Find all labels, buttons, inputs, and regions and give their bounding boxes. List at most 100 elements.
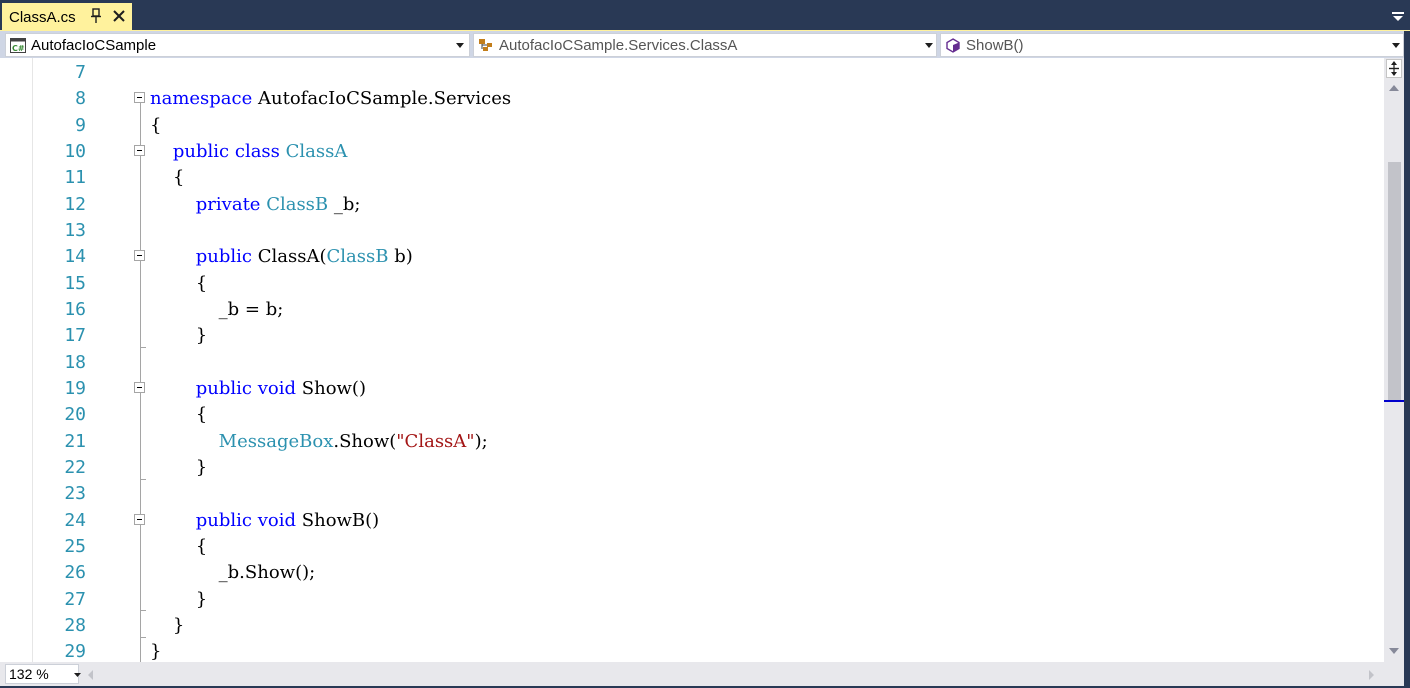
code-line[interactable]: { [150,165,184,191]
code-line[interactable]: } [150,455,207,481]
code-line[interactable]: namespace AutofacIoCSample.Services [150,86,511,112]
csharp-project-icon: C# [10,38,26,53]
selection-margin[interactable] [7,58,33,662]
scroll-up-icon[interactable] [1389,84,1399,92]
pin-icon[interactable] [90,8,102,24]
scrollbar-corner [1384,662,1404,686]
line-number: 16 [64,298,86,320]
code-token: } [150,588,208,610]
member-name: ShowB() [966,37,1024,54]
gutter-separator [32,58,33,662]
chevron-down-icon [74,673,81,677]
code-line[interactable]: public void Show() [150,376,366,402]
code-line[interactable]: private ClassB _b; [150,192,361,218]
code-token: MessageBox [218,430,334,452]
code-line[interactable]: public void ShowB() [150,508,379,534]
code-token: public [195,377,253,399]
collapse-show-method-icon[interactable] [134,382,145,393]
line-number: 14 [64,246,86,268]
code-token: b) [388,246,413,268]
code-token: ShowB() [296,509,380,531]
code-token: { [150,404,208,426]
code-token: namespace [150,88,253,110]
zoom-level-dropdown[interactable]: 132 % [5,664,81,684]
collapse-constructor-icon[interactable] [134,250,145,261]
type-name: AutofacIoCSample.Services.ClassA [499,37,738,54]
code-token: class [234,140,280,162]
code-token: } [150,325,208,347]
code-token: } [150,456,208,478]
line-number: 26 [64,562,86,584]
outline-guide [140,525,141,662]
scroll-down-icon[interactable] [1389,647,1399,655]
close-icon[interactable] [112,9,126,23]
line-number: 11 [64,167,86,189]
line-number: 7 [75,62,86,83]
code-token: "ClassA" [396,430,475,452]
outline-end-tick [140,637,146,638]
line-number: 24 [64,509,86,531]
scroll-right-icon[interactable] [1368,670,1375,680]
class-icon [479,39,492,51]
scroll-left-icon[interactable] [87,670,94,680]
code-line[interactable]: } [150,613,184,639]
code-line[interactable]: _b = b; [150,297,284,323]
collapse-showb-method-icon[interactable] [134,514,145,525]
line-number: 18 [64,351,86,373]
line-number: 28 [64,614,86,636]
tab-classa-cs[interactable]: ClassA.cs [2,3,132,31]
collapse-class-icon[interactable] [134,145,145,156]
line-number: 13 [64,219,86,241]
project-dropdown[interactable]: C# AutofacIoCSample [5,33,470,57]
code-line[interactable]: { [150,271,207,297]
project-name: AutofacIoCSample [31,37,157,54]
code-token: ClassA( [252,246,327,268]
document-tab-strip: ClassA.cs [0,0,1410,31]
code-token: { [150,167,185,189]
code-token: ClassA [285,140,348,162]
code-token: private [195,193,261,215]
split-icon [1389,61,1399,76]
code-line[interactable]: { [150,402,207,428]
line-number: 8 [75,88,86,110]
horizontal-scrollbar-bar: 132 % [0,662,1404,686]
line-number: 15 [64,272,86,294]
line-number: 9 [75,114,86,136]
code-line[interactable]: { [150,534,207,560]
code-line[interactable]: } [150,587,207,613]
svg-text:C#: C# [12,44,25,53]
line-number: 10 [64,140,86,162]
code-token: void [257,509,297,531]
code-token: _b = b; [150,298,284,320]
type-dropdown[interactable]: AutofacIoCSample.Services.ClassA [473,33,937,57]
code-line[interactable]: _b.Show(); [150,560,316,586]
line-number: 22 [64,456,86,478]
outline-end-tick [140,347,146,348]
code-editor[interactable]: 7 8 9 10 11 12 13 14 15 16 17 18 19 20 21 22 23 24 25 26 27 2… [0,58,1410,662]
collapse-namespace-icon[interactable] [134,92,145,103]
code-line[interactable]: public ClassA(ClassB b) [150,244,413,270]
outline-end-tick [140,479,146,480]
code-token: _b; [328,193,361,215]
outline-end-tick [140,610,146,611]
tab-list-dropdown-icon[interactable] [1392,12,1404,22]
line-number: 21 [64,430,86,452]
code-line[interactable]: MessageBox.Show("ClassA"); [150,429,488,455]
method-icon [946,38,960,53]
line-number: 17 [64,325,86,347]
code-line[interactable]: { [150,113,161,139]
code-token: _b.Show(); [150,562,316,584]
code-token: { [150,272,208,294]
code-line[interactable]: public class ClassA [150,139,347,165]
code-token: } [150,614,185,636]
member-dropdown[interactable]: ShowB() [940,33,1404,57]
code-token: public [172,140,230,162]
line-number: 19 [64,377,86,399]
vertical-scroll-thumb[interactable] [1388,162,1401,402]
code-token: Show() [296,377,366,399]
split-window-button[interactable] [1386,59,1402,78]
code-line[interactable]: } [150,323,207,349]
